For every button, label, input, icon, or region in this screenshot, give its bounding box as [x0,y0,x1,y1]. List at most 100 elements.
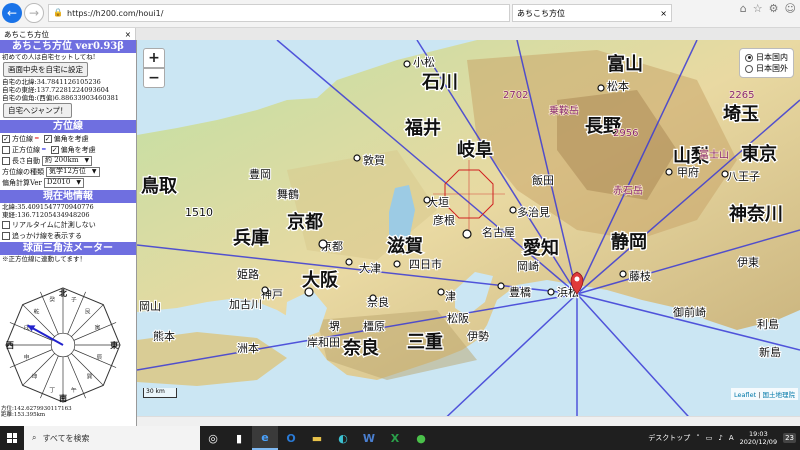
radio-world-label: 日本国外 [756,64,788,73]
svg-text:午: 午 [71,386,77,394]
svg-text:御前崎: 御前崎 [673,305,706,319]
line-type-select[interactable]: 気学12方位 ▼ [46,166,100,177]
svg-text:赤石岳: 赤石岳 [613,185,643,197]
radio-japan[interactable] [745,53,753,62]
notification-icon[interactable]: 23 [783,433,796,443]
dec-calc-value: D2010 [46,178,71,186]
label-direction: 方位線 [12,134,33,143]
jump-home-button[interactable]: 自宅へジャンプ！ [3,103,73,118]
svg-text:岸和田: 岸和田 [307,336,340,349]
back-icon[interactable]: ← [2,3,22,23]
svg-text:富士山: 富士山 [699,148,729,161]
panel-title: あちこち方位 ver0.93β [0,40,136,53]
attrib-gsi-link[interactable]: 国土地理院 [763,391,796,399]
horizontal-scrollbar[interactable] [137,416,800,426]
volume-icon[interactable]: ♪ [718,434,722,442]
tray-label[interactable]: デスクトップ [648,433,690,443]
browser-tab[interactable]: あちこち方位 × [512,4,672,22]
forward-icon[interactable]: → [24,3,44,23]
smiley-icon[interactable]: ☺ [785,2,796,15]
checkbox-direction[interactable]: ✓ [2,134,10,143]
line-icon[interactable]: ● [408,426,434,450]
set-home-button[interactable]: 画面中央を自宅に設定 [3,62,88,77]
svg-text:戌: 戌 [24,323,30,331]
windows-icon [7,433,17,443]
svg-text:岡山: 岡山 [139,300,161,313]
taskbar-search[interactable]: ⌕ すべてを検索 [24,426,200,450]
attrib-leaflet-link[interactable]: Leaflet [734,391,756,399]
svg-text:岐阜: 岐阜 [457,139,493,161]
svg-text:坤: 坤 [32,372,38,380]
tab-active[interactable]: あちこち方位 × [0,28,136,40]
svg-text:舞鶴: 舞鶴 [277,187,299,201]
svg-text:新島: 新島 [759,345,781,359]
length-select[interactable]: 約 200km ▼ [42,155,93,166]
compass-north: 北 [59,288,67,298]
ime-icon[interactable]: A [729,434,734,442]
line-swatch-red: ━ [35,135,39,142]
tab-title: あちこち方位 [517,8,565,18]
svg-text:鳥取: 鳥取 [141,175,178,197]
gear-icon[interactable]: ⚙ [769,2,779,15]
network-icon[interactable]: ▭ [706,434,713,442]
svg-text:飯田: 飯田 [532,173,554,187]
checkbox-follow[interactable] [2,231,10,240]
svg-text:豊岡: 豊岡 [249,168,271,181]
ie-icon[interactable]: e [252,426,278,450]
clock[interactable]: 19:03 2020/12/09 [740,430,777,446]
edge-icon[interactable]: ◐ [330,426,356,450]
excel-icon[interactable]: X [382,426,408,450]
label-realtime: リアルタイムに計測しない [12,220,96,229]
start-button[interactable] [0,426,24,450]
svg-text:堺: 堺 [329,320,340,333]
cur-lat: 北緯:35.4091547770940776 [2,203,94,211]
checkbox-declination2[interactable]: ✓ [50,145,59,154]
star-icon[interactable]: ☆ [753,2,763,15]
home-icon[interactable]: ⌂ [740,2,747,15]
svg-text:豊橋: 豊橋 [509,285,531,299]
compass-east: 東 [110,340,118,350]
zoom-out-button[interactable]: − [143,68,165,88]
word-icon[interactable]: W [356,426,382,450]
url-text: https://h200.com/houi1/ [67,8,164,18]
zoom-in-button[interactable]: + [143,48,165,68]
checkbox-grid[interactable] [2,145,10,154]
taskbar: ⌕ すべてを検索 ◎ ▮ e O ▬ ◐ W X ● デスクトップ ˄ ▭ ♪ … [0,426,800,450]
svg-text:彦根: 彦根 [433,213,455,227]
label-follow: 追っかけ線を表示する [12,231,82,240]
svg-text:石川: 石川 [421,72,458,93]
svg-text:京都: 京都 [287,211,323,233]
svg-text:熊本: 熊本 [153,329,175,343]
lock-icon: 🔒 [53,8,63,17]
radio-row-world[interactable]: 日本国外 [745,63,788,74]
intro-text: 初めての人は自宅セットしてね! [2,53,96,61]
taskbar-app-icon[interactable]: ▮ [226,426,252,450]
svg-text:東京: 東京 [741,143,777,165]
close-icon[interactable]: × [125,30,131,39]
folder-icon[interactable]: ▬ [304,426,330,450]
svg-text:多治見: 多治見 [517,205,550,219]
svg-text:乾: 乾 [34,308,40,316]
checkbox-realtime[interactable] [2,220,10,229]
checkbox-declination[interactable]: ✓ [43,134,52,143]
chevron-up-icon[interactable]: ˄ [696,434,700,442]
radio-world[interactable] [745,64,753,73]
line-type-value: 気学12方位 [49,167,86,175]
row-dec-calc: 偏角計算Ver D2010 ▼ [0,177,136,188]
control-panel: あちこち方位 ver0.93β 初めての人は自宅セットしてね! 画面中央を自宅に… [0,40,137,426]
map-attribution: Leaflet | 国土地理院 [731,388,798,400]
map-view[interactable]: 富山 石川 長野 福井 岐阜 山梨 埼玉 東京 神奈川 鳥取 京都 兵庫 滋賀 … [137,40,800,426]
checkbox-auto-length[interactable] [2,156,10,165]
dec-calc-select[interactable]: D2010 ▼ [43,177,84,188]
task-view-icon[interactable]: ◎ [200,426,226,450]
outlook-icon[interactable]: O [278,426,304,450]
bottom-info: 方位:142.6279930117163 距離:153.395km [0,406,72,418]
radio-row-japan[interactable]: 日本国内 [745,52,788,63]
close-tab-icon[interactable]: × [660,9,667,18]
address-bar[interactable]: 🔒 https://h200.com/houi1/ [48,4,510,22]
svg-text:埼玉: 埼玉 [723,103,759,125]
row-direction: ✓ 方位線 ━ ✓ 偏角を考慮 [0,133,136,144]
row-line-type: 方位線の種類 気学12方位 ▼ [0,166,136,177]
dec-calc-label: 偏角計算Ver [2,178,42,187]
cur-lng: 東経:136.71205434948206 [2,211,90,219]
